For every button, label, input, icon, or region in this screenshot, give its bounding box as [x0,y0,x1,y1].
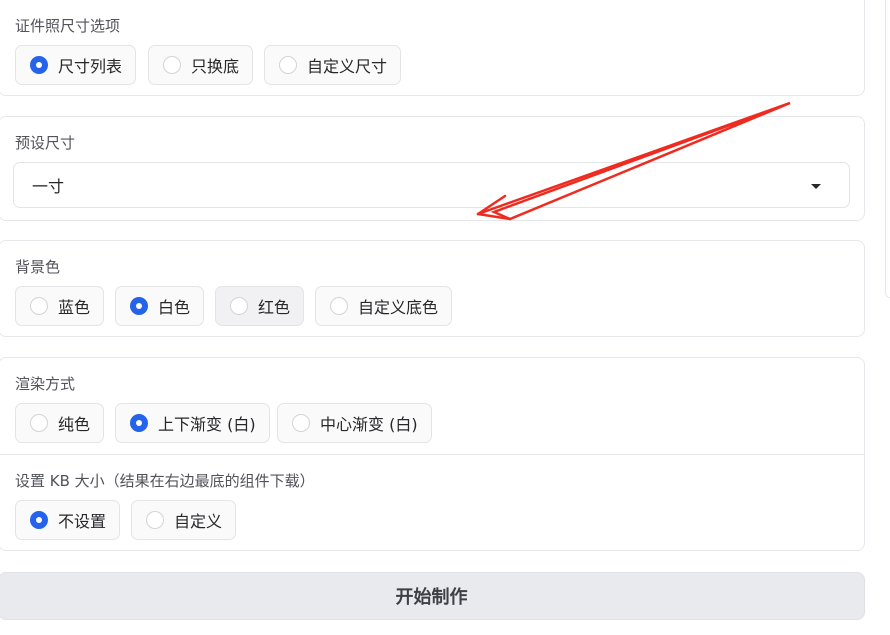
preset-size-value: 一寸 [32,177,65,196]
radio-custom-size[interactable]: 自定义尺寸 [264,45,402,85]
radio-label: 尺寸列表 [58,57,123,76]
preset-size-panel: 预设尺寸 一寸 [0,116,865,221]
preset-size-dropdown[interactable]: 一寸 [13,162,850,208]
radio-label: 纯色 [58,415,91,434]
radio-label: 白色 [158,298,191,317]
radio-unselected-icon [292,414,310,432]
radio-unselected-icon [163,56,181,74]
chevron-down-icon [811,184,821,189]
radio-solid[interactable]: 纯色 [15,403,105,443]
render-mode-label: 渲染方式 [15,375,76,393]
radio-selected-icon [30,56,48,74]
radio-label: 自定义尺寸 [307,57,388,76]
radio-unselected-icon [146,511,164,529]
radio-no-kb-limit[interactable]: 不设置 [15,500,121,540]
radio-selected-icon [130,297,148,315]
radio-center-gradient[interactable]: 中心渐变 (白) [277,403,432,443]
kb-size-label: 设置 KB 大小（结果在右边最底的组件下载） [15,472,315,490]
radio-custom-bg[interactable]: 自定义底色 [315,286,453,326]
radio-label: 中心渐变 (白) [320,415,418,434]
radio-size-list[interactable]: 尺寸列表 [15,45,137,85]
divider [0,454,864,455]
radio-selected-icon [130,414,148,432]
radio-vertical-gradient[interactable]: 上下渐变 (白) [115,403,270,443]
radio-label: 自定义 [174,512,223,531]
radio-change-bg-only[interactable]: 只换底 [148,45,254,85]
preset-size-label: 预设尺寸 [15,134,76,152]
radio-label: 红色 [258,298,291,317]
radio-unselected-icon [30,297,48,315]
radio-unselected-icon [330,297,348,315]
radio-label: 上下渐变 (白) [158,415,256,434]
radio-label: 自定义底色 [358,298,439,317]
render-settings-panel: 渲染方式 纯色 上下渐变 (白) 中心渐变 (白) 设置 KB 大小（结果在右边… [0,357,865,551]
radio-label: 不设置 [58,512,107,531]
radio-blue[interactable]: 蓝色 [15,286,105,326]
radio-label: 蓝色 [58,298,91,317]
radio-white[interactable]: 白色 [115,286,205,326]
right-panel-edge [885,0,890,298]
radio-unselected-icon [30,414,48,432]
radio-selected-icon [30,511,48,529]
background-color-panel: 背景色 蓝色 白色 红色 自定义底色 [0,240,865,337]
radio-custom-kb[interactable]: 自定义 [131,500,237,540]
radio-label: 只换底 [191,57,240,76]
radio-unselected-icon [279,56,297,74]
start-button[interactable]: 开始制作 [0,572,865,620]
size-option-label: 证件照尺寸选项 [15,17,121,35]
radio-red[interactable]: 红色 [215,286,305,326]
background-color-label: 背景色 [15,258,61,276]
radio-unselected-icon [230,297,248,315]
size-option-panel: 证件照尺寸选项 尺寸列表 只换底 自定义尺寸 [0,0,865,96]
